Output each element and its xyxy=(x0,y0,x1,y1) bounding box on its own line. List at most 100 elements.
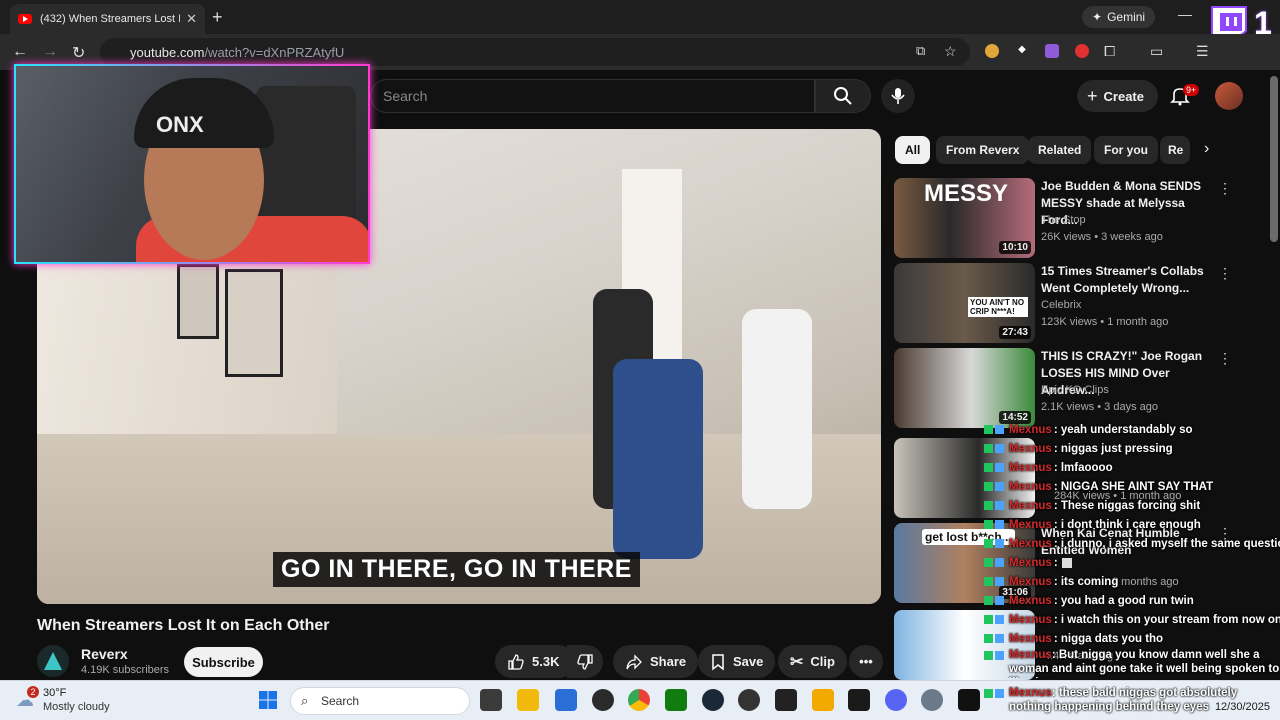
obs-icon[interactable] xyxy=(592,689,614,711)
tab-close-icon[interactable]: ✕ xyxy=(186,11,197,27)
webcam-beanie xyxy=(134,78,274,148)
search-button[interactable] xyxy=(815,79,871,113)
epic-games-icon[interactable] xyxy=(775,689,797,711)
gemini-button[interactable]: ✦ Gemini xyxy=(1082,6,1156,28)
task-view-icon[interactable] xyxy=(480,689,502,711)
chat-message: Mexnus: its coming xyxy=(984,572,1280,591)
chip-related[interactable]: Related xyxy=(1028,136,1092,164)
chat-username: Mexnus xyxy=(1009,461,1052,474)
plus-icon: + xyxy=(1087,85,1098,106)
video-caption: GO IN THERE, GO IN THERE xyxy=(273,552,640,587)
taskbar-search[interactable]: ⌕ Search xyxy=(290,687,470,715)
chat-badge-icon xyxy=(995,558,1004,567)
app-icon[interactable] xyxy=(738,689,760,711)
chip-from-channel[interactable]: From Reverx xyxy=(936,136,1030,164)
search-placeholder: Search xyxy=(383,88,428,104)
dislike-button[interactable] xyxy=(567,645,603,678)
windows-start-icon[interactable] xyxy=(258,690,278,710)
chat-badge-icon xyxy=(984,520,993,529)
xbox-icon[interactable] xyxy=(665,689,687,711)
recommendation-item[interactable]: 14:52 THIS IS CRAZY!" Joe Rogan LOSES HI… xyxy=(894,348,1264,428)
chat-username: Mexnus xyxy=(1009,613,1052,626)
channel-avatar[interactable] xyxy=(37,645,69,677)
thumbnail-text: YOU AIN'T NO CRIP N***A! xyxy=(968,297,1028,317)
reload-icon[interactable]: ↻ xyxy=(72,43,85,63)
clip-button[interactable]: ✂ Clip xyxy=(778,645,847,678)
extension-diamond-icon[interactable]: ◆ xyxy=(1015,44,1029,58)
chat-badge-icon xyxy=(995,463,1004,472)
reading-list-icon[interactable]: ☰ xyxy=(1196,43,1209,60)
seven-zip-icon[interactable] xyxy=(848,689,870,711)
rockstar-icon[interactable] xyxy=(812,689,834,711)
file-explorer-icon[interactable] xyxy=(517,689,539,711)
chat-username: Mexnus xyxy=(1009,594,1052,607)
recommendation-thumbnail: 14:52 xyxy=(894,348,1035,428)
clip-label: Clip xyxy=(810,654,835,669)
share-button[interactable]: Share xyxy=(613,645,699,678)
more-horizontal-icon: ••• xyxy=(859,654,873,669)
thumbs-down-icon xyxy=(577,653,593,670)
install-app-icon[interactable]: ⧉ xyxy=(916,43,925,59)
address-bar[interactable]: youtube.com/watch?v=dXnPRZAtyfU xyxy=(100,38,970,66)
save-button[interactable]: Save xyxy=(698,645,776,678)
recommendation-meta: 123K views • 1 month ago xyxy=(1041,316,1169,328)
more-vertical-icon[interactable]: ⋮ xyxy=(1218,350,1232,367)
recommendation-item[interactable]: YOU AIN'T NO CRIP N***A! 27:43 15 Times … xyxy=(894,263,1264,343)
bookmark-star-icon[interactable]: ☆ xyxy=(944,43,957,60)
voice-search-button[interactable] xyxy=(881,79,915,113)
chat-text: : xyxy=(1053,556,1058,569)
more-vertical-icon[interactable]: ⋮ xyxy=(1218,265,1232,282)
side-panel-icon[interactable]: ▭ xyxy=(1150,43,1163,60)
more-actions-button[interactable]: ••• xyxy=(849,645,883,678)
chat-badge-icon xyxy=(995,520,1004,529)
tab-title: (432) When Streamers Lost It on Each Oth… xyxy=(40,13,180,25)
url-host: youtube.com xyxy=(130,44,205,60)
chat-badge-icon xyxy=(995,615,1004,624)
chat-badge-icon xyxy=(984,539,993,548)
extension-red-icon[interactable] xyxy=(1075,44,1089,58)
back-arrow-icon[interactable]: ← xyxy=(12,43,28,61)
chat-message: Mexnus: These niggas forcing shit xyxy=(984,496,1280,515)
channel-name[interactable]: Reverx xyxy=(81,646,128,662)
taskbar-search-icon: ⌕ xyxy=(301,693,309,708)
browser-tab-youtube[interactable]: (432) When Streamers Lost It on Each Oth… xyxy=(10,4,205,34)
recommendation-title: 15 Times Streamer's Collabs Went Complet… xyxy=(1041,264,1204,295)
account-avatar[interactable] xyxy=(1215,82,1243,110)
chat-message: Mexnus: NIGGA SHE AINT SAY THAT xyxy=(984,477,1280,496)
extension-color-icon[interactable] xyxy=(985,44,999,58)
create-button[interactable]: + Create xyxy=(1077,80,1158,112)
chip-for-you[interactable]: For you xyxy=(1094,136,1158,164)
discord-icon[interactable] xyxy=(885,689,907,711)
stream-chat-overlay-bottom: Mexnus: these bald niggas got absolutely… xyxy=(984,686,1280,716)
chat-badge-icon xyxy=(995,539,1004,548)
subscribe-button[interactable]: Subscribe xyxy=(184,647,263,677)
chat-message: Mexnus: xyxy=(984,553,1280,572)
window-minimize-button[interactable]: — xyxy=(1178,6,1192,22)
microsoft-store-icon[interactable] xyxy=(555,689,577,711)
settings-gear-icon[interactable] xyxy=(921,689,943,711)
recommendation-item[interactable]: MESSY 10:10 Joe Budden & Mona SENDS MESS… xyxy=(894,178,1264,258)
chat-text: : NIGGA SHE AINT SAY THAT xyxy=(1053,480,1214,493)
chips-next-chevron-icon[interactable]: › xyxy=(1204,140,1209,158)
extensions-puzzle-icon[interactable]: ⧠ xyxy=(1104,43,1115,60)
chat-badge-icon xyxy=(995,689,1004,698)
chip-recent[interactable]: Re xyxy=(1160,136,1190,164)
chat-text: : lmfaoooo xyxy=(1053,461,1113,474)
search-input[interactable]: Search xyxy=(370,79,815,113)
page-scrollbar[interactable] xyxy=(1270,76,1278,242)
extension-twitch-icon[interactable] xyxy=(1045,44,1059,58)
chat-username: Mexnus xyxy=(1009,632,1052,645)
new-tab-button[interactable]: + xyxy=(212,7,223,28)
chat-message: Mexnus: i dont think i care enough xyxy=(984,515,1280,534)
thumbnail-text: MESSY xyxy=(924,180,1009,207)
call-of-duty-icon[interactable] xyxy=(958,689,980,711)
duration-badge: 10:10 xyxy=(999,241,1031,254)
chip-all[interactable]: All xyxy=(895,136,931,164)
chat-badge-icon xyxy=(984,689,993,698)
more-vertical-icon[interactable]: ⋮ xyxy=(1218,180,1232,197)
chrome-icon[interactable] xyxy=(628,689,650,711)
steam-icon[interactable] xyxy=(702,689,724,711)
scissors-icon: ✂ xyxy=(790,653,804,671)
forward-arrow-icon[interactable]: → xyxy=(42,43,58,61)
like-button[interactable]: 5.3K xyxy=(495,645,575,678)
